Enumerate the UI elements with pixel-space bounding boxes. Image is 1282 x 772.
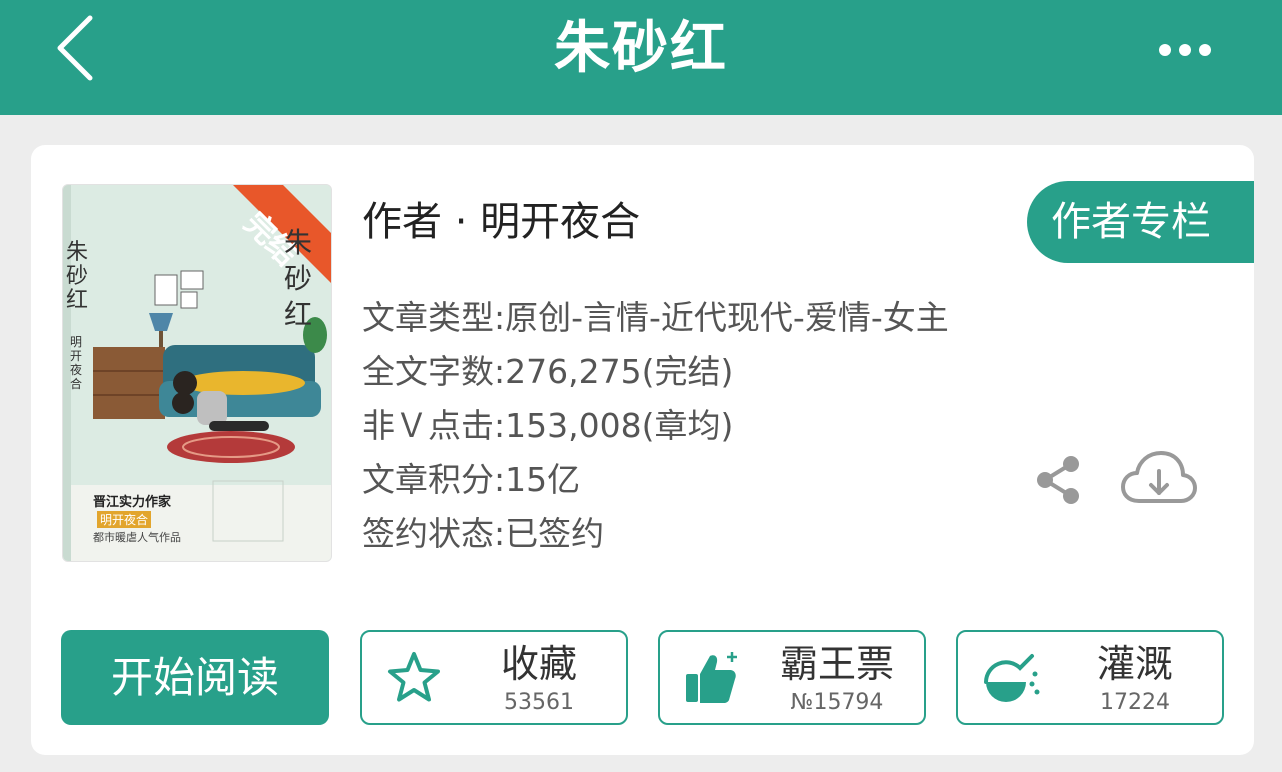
watering-flask-icon: [984, 654, 1040, 702]
cover-tagline-2: 明开夜合: [97, 511, 152, 528]
author-column-button[interactable]: 作者专栏: [1027, 181, 1254, 263]
start-reading-button[interactable]: 开始阅读: [61, 630, 329, 725]
cover-tagline-3: 都市暖虐人气作品: [93, 531, 181, 544]
meta-word-count: 全文字数:276,275(完结): [362, 352, 734, 391]
meta-score: 文章积分:15亿: [362, 460, 581, 499]
cover-author: 明开夜合: [69, 335, 82, 391]
download-button[interactable]: [1121, 449, 1197, 511]
page-title: 朱砂红: [554, 16, 728, 81]
cover-title: 朱砂红: [65, 240, 88, 313]
more-button[interactable]: [1155, 35, 1215, 65]
book-info-card: 完结 朱砂红 朱砂红 明开夜合 晋江实力作家 明开夜合 都市暖虐人气作品 作者 …: [31, 145, 1254, 755]
author-name[interactable]: 作者 · 明开夜合: [362, 197, 640, 247]
cover-tagline-1: 晋江实力作家: [93, 495, 172, 510]
top-nav-bar: 朱砂红: [0, 0, 1282, 115]
favorite-count: 53561: [504, 690, 574, 715]
favorite-label: 收藏: [500, 642, 577, 686]
meta-sign-status: 签约状态:已签约: [362, 514, 605, 553]
favorite-button[interactable]: 收藏 53561: [360, 630, 628, 725]
share-icon: [1037, 456, 1079, 504]
water-button[interactable]: 灌溉 17224: [956, 630, 1224, 725]
meta-type: 文章类型:原创-言情-近代现代-爱情-女主: [362, 298, 949, 337]
cloud-download-icon: [1121, 451, 1197, 503]
share-button[interactable]: [1033, 453, 1083, 507]
water-count: 17224: [1100, 690, 1170, 715]
water-label: 灌溉: [1096, 642, 1173, 686]
book-meta-list: 文章类型:原创-言情-近代现代-爱情-女主 全文字数:276,275(完结) 非…: [362, 291, 949, 561]
meta-clicks: 非Ｖ点击:153,008(章均): [362, 406, 734, 445]
star-icon: [388, 652, 440, 702]
bawang-ticket-count: №15794: [790, 690, 884, 715]
thumbs-up-icon: [686, 652, 737, 703]
bawang-ticket-label: 霸王票: [779, 642, 894, 686]
bawang-ticket-button[interactable]: 霸王票 №15794: [658, 630, 926, 725]
cover-title-large: 朱砂红: [283, 226, 312, 331]
more-dots-icon: [1159, 44, 1211, 56]
book-cover[interactable]: 完结 朱砂红 朱砂红 明开夜合 晋江实力作家 明开夜合 都市暖虐人气作品: [62, 184, 332, 562]
